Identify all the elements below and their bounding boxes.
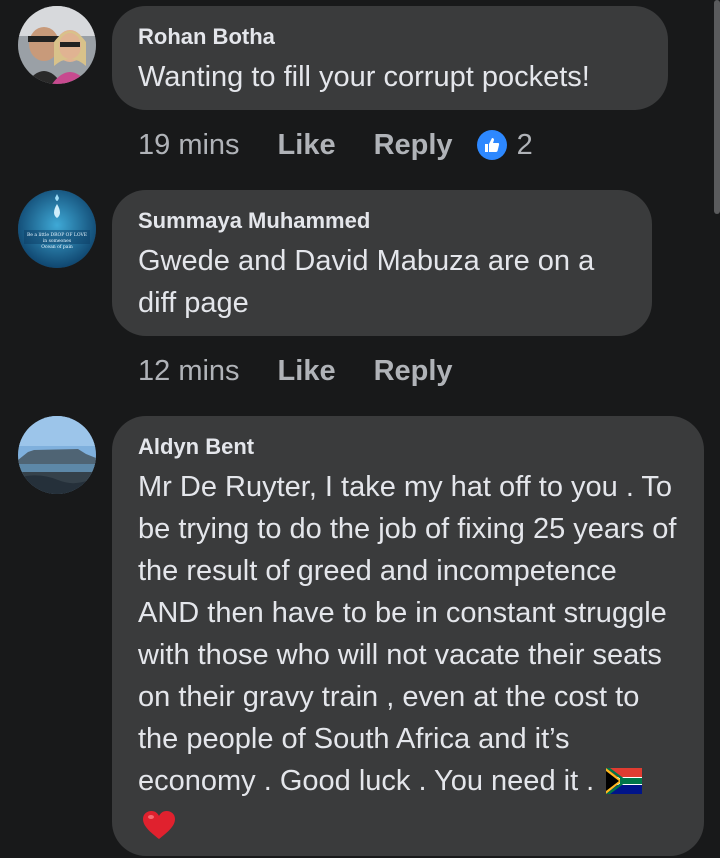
like-button[interactable]: Like [278,128,336,162]
profile-photo-couple-icon [18,6,96,84]
reaction-summary[interactable]: 2 [476,128,533,162]
profile-photo-table-mountain-icon [18,416,96,494]
avatar[interactable] [18,416,96,494]
comment-text: Gwede and David Mabuza are on a diff pag… [138,245,595,319]
scrollbar[interactable] [714,0,720,214]
reaction-count: 2 [516,129,533,161]
avatar[interactable] [18,6,96,84]
comment-bubble: Aldyn Bent Mr De Ruyter, I take my hat o… [112,416,704,856]
thumbs-up-icon [476,130,507,160]
south-africa-flag-icon [606,764,643,806]
comment-author[interactable]: Summaya Muhammed [138,208,626,234]
svg-text:Be a little DROP OF LOVE: Be a little DROP OF LOVE [27,232,87,238]
like-button[interactable]: Like [278,354,336,388]
svg-text:in someones: in someones [43,238,72,244]
avatar[interactable]: Be a little DROP OF LOVE in someones Oce… [18,190,96,268]
comment-text: Wanting to fill your corrupt pockets! [138,61,590,93]
comment-timestamp[interactable]: 12 mins [138,354,240,388]
comment-actions: 19 mins Like Reply 2 [138,128,533,162]
svg-text:Ocean of pain: Ocean of pain [41,244,73,250]
comment-actions: 12 mins Like Reply [138,354,491,388]
comment-text: Mr De Ruyter, I take my hat off to you .… [138,466,678,852]
comment-author[interactable]: Rohan Botha [138,24,642,50]
comments-feed: Rohan Botha Wanting to fill your corrupt… [0,0,720,858]
comment-author[interactable]: Aldyn Bent [138,434,678,460]
reply-button[interactable]: Reply [374,354,453,388]
reply-button[interactable]: Reply [374,128,453,162]
comment-bubble: Summaya Muhammed Gwede and David Mabuza … [112,190,652,336]
comment-timestamp[interactable]: 19 mins [138,128,240,162]
profile-photo-drop-of-love-icon: Be a little DROP OF LOVE in someones Oce… [18,190,96,268]
red-heart-icon [142,810,176,852]
comment-bubble: Rohan Botha Wanting to fill your corrupt… [112,6,668,110]
comment-text-content: Mr De Ruyter, I take my hat off to you .… [138,471,677,797]
